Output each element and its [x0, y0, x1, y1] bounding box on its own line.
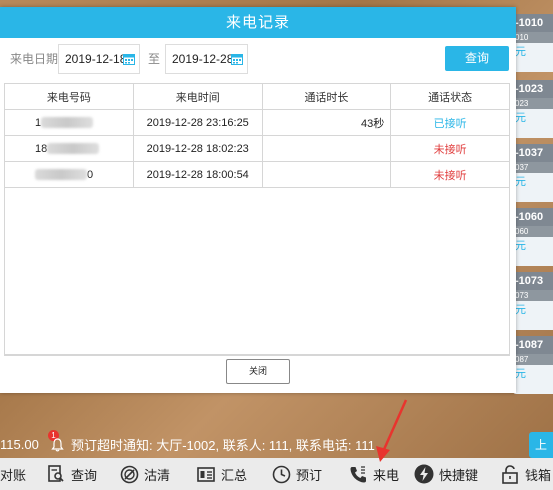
checkout-button[interactable]: 对账 — [0, 458, 26, 490]
search-doc-icon — [46, 464, 66, 484]
shortcut-button[interactable]: 快捷键 — [414, 458, 478, 490]
room-card[interactable]: -1087 087 元 — [513, 336, 553, 394]
table-row[interactable]: 18 2019-12-28 18:02:23 未接听 — [4, 135, 510, 162]
room-price: 元 — [515, 176, 526, 188]
status-cell: 未接听 — [390, 161, 510, 188]
phone-prefix: 18 — [35, 142, 48, 155]
total-amount: 115.00 — [0, 436, 39, 452]
close-button[interactable]: 关闭 — [226, 359, 290, 384]
reserve-label: 预订 — [296, 467, 323, 483]
redacted-phone — [35, 169, 87, 181]
summary-button[interactable]: 汇总 — [196, 458, 247, 490]
room-price: 元 — [515, 112, 526, 124]
annotation-arrow-icon — [376, 399, 408, 462]
table-row[interactable]: 0 2019-12-28 18:00:54 未接听 — [4, 161, 510, 188]
status-cell: 未接听 — [390, 135, 510, 162]
reserve-button[interactable]: 预订 — [271, 458, 322, 490]
summary-label: 汇总 — [221, 467, 248, 483]
query-tool-label: 查询 — [71, 467, 98, 483]
date-filter: 来电日期 2019-12-18 至 2019-12-28 查询 — [0, 44, 516, 74]
room-number: -1037 — [513, 144, 553, 162]
room-price: 元 — [515, 46, 526, 58]
room-card[interactable]: -1073 073 元 — [513, 272, 553, 330]
room-number: -1060 — [513, 208, 553, 226]
duration-cell — [261, 161, 392, 188]
calendar-icon[interactable] — [231, 53, 243, 65]
room-number: -1010 — [513, 14, 553, 32]
column-header-status[interactable]: 通话状态 — [390, 83, 510, 110]
room-card[interactable]: -1023 023 元 — [513, 80, 553, 138]
end-date-input[interactable]: 2019-12-28 — [165, 44, 248, 74]
table-header-row: 来电号码 来电时间 通话时长 通话状态 — [4, 83, 510, 110]
room-sub: 073 — [513, 290, 553, 301]
column-header-time[interactable]: 来电时间 — [132, 83, 263, 110]
cashbox-button[interactable]: 钱箱 — [500, 458, 551, 490]
room-number: -1073 — [513, 272, 553, 290]
start-date-value: 2019-12-18 — [65, 52, 127, 66]
duration-cell: 43秒 — [261, 109, 392, 136]
room-price: 元 — [515, 240, 526, 252]
calendar-icon[interactable] — [123, 53, 135, 65]
redacted-phone — [47, 143, 100, 155]
notification-bar: 115.00 1 预订超时通知: 大厅-1002, 联系人: 111, 联系电话… — [0, 430, 553, 458]
bottom-toolbar: 对账 查询 沽清 汇总 预订 来电 快捷键 钱箱 — [0, 458, 553, 490]
side-tab[interactable]: 上 — [529, 432, 553, 458]
room-price: 元 — [515, 304, 526, 316]
query-tool-button[interactable]: 查询 — [46, 458, 97, 490]
room-sub: 060 — [513, 226, 553, 237]
dish-icon — [119, 464, 139, 484]
clock-icon — [271, 464, 291, 484]
query-button[interactable]: 查询 — [445, 46, 509, 71]
time-cell: 2019-12-28 23:16:25 — [132, 109, 263, 136]
table-row[interactable]: 1 2019-12-28 23:16:25 43秒 已接听 — [4, 109, 510, 136]
time-cell: 2019-12-28 18:02:23 — [132, 135, 263, 162]
status-cell: 已接听 — [390, 109, 510, 136]
phone-suffix: 0 — [87, 168, 94, 181]
time-cell: 2019-12-28 18:00:54 — [132, 161, 263, 188]
room-sub: 023 — [513, 98, 553, 109]
column-header-phone[interactable]: 来电号码 — [4, 83, 134, 110]
redacted-phone — [41, 117, 94, 129]
phone-cell: 1 — [4, 109, 134, 136]
call-records-dialog: 来电记录 来电日期 2019-12-18 至 2019-12-28 查询 来电号… — [0, 7, 516, 393]
room-card[interactable]: -1060 060 元 — [513, 208, 553, 266]
call-records-table: 来电号码 来电时间 通话时长 通话状态 1 2019-12-28 23:16:2… — [4, 83, 510, 188]
phone-cell: 18 — [4, 135, 134, 162]
lightning-icon — [414, 464, 434, 484]
room-card[interactable]: -1010 010 元 — [513, 14, 553, 72]
column-header-duration[interactable]: 通话时长 — [261, 83, 392, 110]
duration-cell — [261, 135, 392, 162]
start-date-input[interactable]: 2019-12-18 — [58, 44, 140, 74]
incoming-call-label: 来电 — [373, 467, 400, 483]
cashbox-label: 钱箱 — [525, 467, 552, 483]
room-number: -1023 — [513, 80, 553, 98]
room-sub: 037 — [513, 162, 553, 173]
checkout-label: 对账 — [0, 467, 27, 483]
lock-icon — [500, 464, 520, 484]
summary-icon — [196, 464, 216, 484]
dialog-title: 来电记录 — [0, 7, 516, 38]
room-sub: 010 — [513, 32, 553, 43]
end-date-value: 2019-12-28 — [172, 52, 234, 66]
notification-bell[interactable]: 1 — [48, 430, 68, 454]
room-price: 元 — [515, 368, 526, 380]
to-label: 至 — [148, 52, 161, 66]
shortcut-label: 快捷键 — [439, 467, 479, 483]
footer-divider — [4, 355, 510, 356]
background-room-cards: -1010 010 元 -1023 023 元 -1037 037 元 -106… — [513, 0, 553, 400]
bell-icon — [51, 438, 64, 452]
room-number: -1087 — [513, 336, 553, 354]
clean-button[interactable]: 沽清 — [119, 458, 170, 490]
clean-label: 沽清 — [144, 467, 171, 483]
room-sub: 087 — [513, 354, 553, 365]
phone-incoming-icon — [348, 464, 368, 484]
notification-message[interactable]: 预订超时通知: 大厅-1002, 联系人: 111, 联系电话: 111 — [71, 435, 375, 454]
room-card[interactable]: -1037 037 元 — [513, 144, 553, 202]
date-label: 来电日期 — [10, 52, 59, 66]
phone-cell: 0 — [4, 161, 134, 188]
